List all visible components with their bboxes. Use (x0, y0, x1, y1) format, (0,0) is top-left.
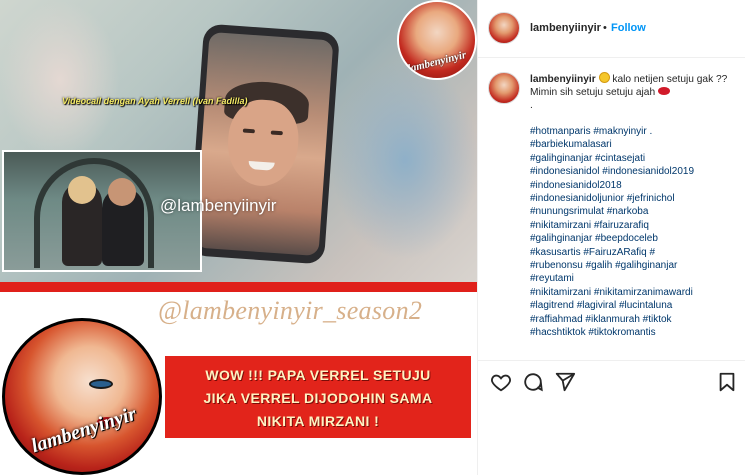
background-shape (330, 60, 477, 260)
hashtag-list: #hotmanparis #maknyinyir . #barbiekumala… (530, 125, 740, 340)
logo-text: lambenyinyir (406, 48, 468, 76)
hashtag-line[interactable]: #galihginanjar #beepdoceleb (530, 232, 740, 245)
hashtag-line[interactable]: #reyutami (530, 272, 740, 285)
watermark-handle: @lambenyiinyir (160, 196, 277, 215)
person-head-shape (68, 176, 96, 204)
follow-button[interactable]: Follow (611, 22, 646, 34)
phone-screen (194, 31, 334, 257)
caption-trailing: . (530, 100, 533, 111)
hashtag-line[interactable]: #raffiahmad #iklanmurah #tiktok (530, 313, 740, 326)
hashtag-line[interactable]: #nikitamirzani #nikitamirzanimawardi (530, 286, 740, 299)
avatar[interactable] (488, 72, 520, 104)
headline-banner: WOW !!! PAPA VERREL SETUJU JIKA VERREL D… (165, 356, 471, 438)
post-header: lambenyiinyir • Follow (478, 0, 745, 58)
eye-shape (89, 379, 113, 389)
inset-caption: Videocall dengan Ayah Verrell (Ivan Fadi… (62, 96, 248, 106)
comment-icon[interactable] (522, 371, 544, 393)
face-shape (225, 97, 301, 189)
hashtag-line[interactable]: #nunungsrimulat #narkoba (530, 205, 740, 218)
caption-text: lambenyiinyir kalo netijen setuju gak ??… (530, 72, 740, 340)
action-bar (478, 360, 745, 400)
hashtag-line[interactable]: #galihginanjar #cintasejati (530, 152, 740, 165)
bookmark-icon[interactable] (716, 371, 738, 393)
red-divider (0, 282, 477, 292)
caption-username[interactable]: lambenyiinyir (530, 74, 596, 85)
season-handle: @lambenyinyir_season2 (158, 296, 423, 325)
brand-logo-small: lambenyinyir (397, 0, 477, 80)
hashtag-line[interactable]: #hacshtiktok #tiktokromantis (530, 326, 740, 339)
hashtag-line[interactable]: #nikitamirzani #fairuzarafiq (530, 219, 740, 232)
avatar[interactable] (488, 12, 520, 44)
phone-image (188, 23, 340, 265)
eye-shape (242, 128, 256, 134)
post-media[interactable]: Videocall dengan Ayah Verrell (Ivan Fadi… (0, 0, 477, 475)
share-icon[interactable] (554, 371, 576, 393)
header-username[interactable]: lambenyiinyir (530, 22, 601, 34)
hashtag-line[interactable]: #rubenonsu #galih #galihginanjar (530, 259, 740, 272)
caption-area[interactable]: lambenyiinyir kalo netijen setuju gak ??… (478, 59, 745, 359)
hashtag-line[interactable]: #indonesianidol2018 (530, 179, 740, 192)
logo-text: lambenyinyir (28, 402, 140, 458)
headline-line: WOW !!! PAPA VERREL SETUJU (205, 367, 431, 383)
hashtag-line[interactable]: #barbiekumalasari (530, 138, 740, 151)
laughing-emoji-icon (598, 72, 610, 83)
heart-icon[interactable] (490, 371, 512, 393)
brand-logo-large: lambenyinyir (2, 318, 162, 475)
hashtag-line[interactable]: #kasusartis #FairuzARafiq # (530, 246, 740, 259)
hashtag-line[interactable]: #lagitrend #lagiviral #lucintaluna (530, 299, 740, 312)
hashtag-line[interactable]: #hotmanparis #maknyinyir . (530, 125, 740, 138)
mouth-shape (248, 160, 275, 171)
headline-line: JIKA VERREL DIJODOHIN SAMA (203, 390, 433, 406)
video-frame: Videocall dengan Ayah Verrell (Ivan Fadi… (0, 0, 477, 282)
eye-shape (270, 130, 283, 136)
lips-emoji-icon (657, 87, 670, 95)
hashtag-line[interactable]: #indonesianidol #indonesianidol2019 (530, 165, 740, 178)
separator-dot: • (603, 22, 607, 34)
post-sidebar: lambenyiinyir • Follow lambenyiinyir kal… (477, 0, 745, 475)
headline-line: NIKITA MIRZANI ! (256, 413, 380, 429)
person-head-shape (108, 178, 136, 206)
hashtag-line[interactable]: #indonesianidoljunior #jefrinichol (530, 192, 740, 205)
background-shape (0, 0, 120, 160)
